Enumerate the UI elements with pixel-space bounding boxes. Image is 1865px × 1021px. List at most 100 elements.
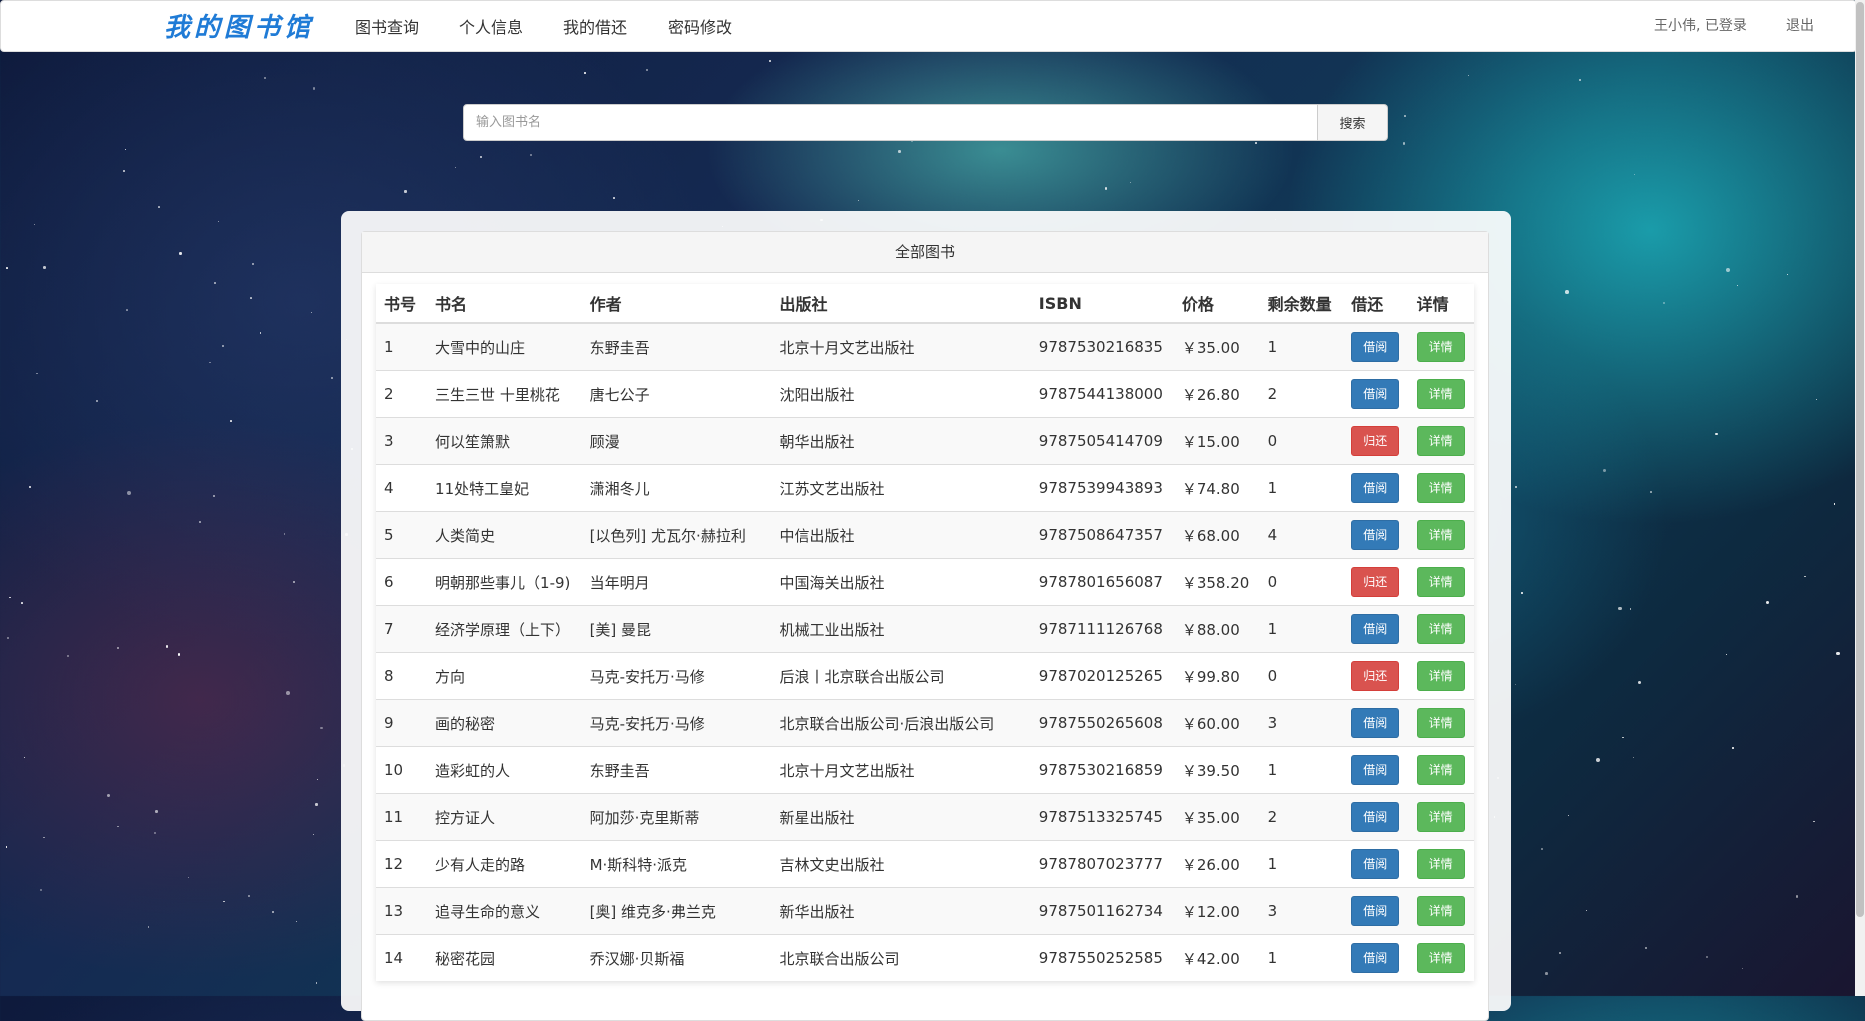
table-row: 5 人类简史 [以色列] 尤瓦尔·赫拉利 中信出版社 9787508647357 ￥68.… (376, 511, 1474, 559)
cell-title: 何以笙箫默 (427, 417, 582, 465)
cell-remaining: 2 (1259, 370, 1344, 418)
search-input[interactable] (463, 104, 1318, 141)
nav-change-password[interactable]: 密码修改 (668, 14, 732, 38)
detail-button[interactable]: 详情 (1416, 849, 1465, 879)
return-button[interactable]: 归还 (1351, 567, 1400, 597)
cell-remaining: 1 (1259, 746, 1344, 794)
scrollbar-thumb[interactable] (1856, 2, 1864, 917)
cell-borrow-return: 借阅 (1343, 887, 1409, 935)
cell-id: 9 (376, 699, 428, 747)
cell-isbn: 9787505414709 (1030, 417, 1174, 465)
borrow-button[interactable]: 借阅 (1351, 896, 1400, 926)
cell-author: 唐七公子 (581, 370, 772, 418)
cell-remaining: 4 (1259, 511, 1344, 559)
detail-button[interactable]: 详情 (1416, 614, 1465, 644)
nav-my-borrowing[interactable]: 我的借还 (563, 14, 627, 38)
borrow-button[interactable]: 借阅 (1351, 802, 1400, 832)
borrow-button[interactable]: 借阅 (1351, 614, 1400, 644)
cell-borrow-return: 借阅 (1343, 511, 1409, 559)
cell-publisher: 机械工业出版社 (771, 605, 1031, 653)
cell-price: ￥74.80 (1173, 464, 1260, 512)
borrow-button[interactable]: 借阅 (1351, 943, 1400, 973)
detail-button[interactable]: 详情 (1416, 896, 1465, 926)
cell-isbn: 9787544138000 (1030, 370, 1174, 418)
borrow-button[interactable]: 借阅 (1351, 332, 1400, 362)
cell-borrow-return: 借阅 (1343, 605, 1409, 653)
cell-isbn: 9787539943893 (1030, 464, 1174, 512)
cell-borrow-return: 借阅 (1343, 746, 1409, 794)
detail-button[interactable]: 详情 (1416, 332, 1465, 362)
detail-button[interactable]: 详情 (1416, 755, 1465, 785)
cell-id: 2 (376, 370, 428, 418)
cell-price: ￥99.80 (1173, 652, 1260, 700)
borrow-button[interactable]: 借阅 (1351, 520, 1400, 550)
cell-remaining: 1 (1259, 464, 1344, 512)
table-row: 13 追寻生命的意义 [奥] 维克多·弗兰克 新华出版社 9787501162734 ￥1… (376, 887, 1474, 935)
col-header-title: 书名 (427, 284, 582, 324)
cell-title: 控方证人 (427, 793, 582, 841)
detail-button[interactable]: 详情 (1416, 661, 1465, 691)
cell-author: 马克-安托万·马修 (581, 652, 772, 700)
table-row: 10 造彩虹的人 东野圭吾 北京十月文艺出版社 9787530216859 ￥39.50 1… (376, 746, 1474, 794)
nav-book-search[interactable]: 图书查询 (355, 14, 419, 38)
borrow-button[interactable]: 借阅 (1351, 473, 1400, 503)
cell-borrow-return: 借阅 (1343, 322, 1409, 371)
borrow-button[interactable]: 借阅 (1351, 849, 1400, 879)
detail-button[interactable]: 详情 (1416, 943, 1465, 973)
cell-detail: 详情 (1408, 558, 1474, 606)
cell-price: ￥26.80 (1173, 370, 1260, 418)
search-button[interactable]: 搜索 (1318, 104, 1388, 141)
detail-button[interactable]: 详情 (1416, 379, 1465, 409)
page-scrollbar[interactable] (1855, 0, 1865, 996)
cell-borrow-return: 借阅 (1343, 793, 1409, 841)
cell-remaining: 1 (1259, 605, 1344, 653)
brand-logo[interactable]: 我的图书馆 (164, 7, 314, 44)
books-panel: 全部图书 书号 书名 作者 出版社 ISBN 价格 剩余数量 借还 详情 1 大雪… (361, 231, 1489, 1021)
return-button[interactable]: 归还 (1351, 661, 1400, 691)
borrow-button[interactable]: 借阅 (1351, 708, 1400, 738)
cell-detail: 详情 (1408, 840, 1474, 888)
cell-remaining: 1 (1259, 840, 1344, 888)
cell-publisher: 沈阳出版社 (771, 370, 1031, 418)
cell-author: [美] 曼昆 (581, 605, 772, 653)
cell-remaining: 0 (1259, 652, 1344, 700)
table-row: 7 经济学原理（上下） [美] 曼昆 机械工业出版社 9787111126768 ￥88.… (376, 605, 1474, 653)
cell-publisher: 中国海关出版社 (771, 558, 1031, 606)
cell-price: ￥39.50 (1173, 746, 1260, 794)
cell-title: 秘密花园 (427, 934, 582, 981)
cell-publisher: 新华出版社 (771, 887, 1031, 935)
cell-price: ￥12.00 (1173, 887, 1260, 935)
cell-title: 明朝那些事儿（1-9) (427, 558, 582, 606)
cell-id: 10 (376, 746, 428, 794)
logout-link[interactable]: 退出 (1786, 15, 1814, 35)
cell-isbn: 9787530216859 (1030, 746, 1174, 794)
cell-borrow-return: 归还 (1343, 417, 1409, 465)
borrow-button[interactable]: 借阅 (1351, 755, 1400, 785)
table-row: 9 画的秘密 马克-安托万·马修 北京联合出版公司·后浪出版公司 97875502656… (376, 699, 1474, 747)
col-header-remaining: 剩余数量 (1259, 284, 1344, 324)
detail-button[interactable]: 详情 (1416, 473, 1465, 503)
cell-price: ￥68.00 (1173, 511, 1260, 559)
col-header-publisher: 出版社 (771, 284, 1031, 324)
detail-button[interactable]: 详情 (1416, 708, 1465, 738)
col-header-borrow-return: 借还 (1343, 284, 1409, 324)
nav-personal-info[interactable]: 个人信息 (459, 14, 523, 38)
cell-title: 少有人走的路 (427, 840, 582, 888)
detail-button[interactable]: 详情 (1416, 802, 1465, 832)
cell-isbn: 9787550252585 (1030, 934, 1174, 981)
cell-price: ￥15.00 (1173, 417, 1260, 465)
detail-button[interactable]: 详情 (1416, 567, 1465, 597)
user-status: 王小伟, 已登录 (1654, 18, 1747, 34)
detail-button[interactable]: 详情 (1416, 426, 1465, 456)
cell-title: 11处特工皇妃 (427, 464, 582, 512)
cell-title: 大雪中的山庄 (427, 322, 582, 371)
return-button[interactable]: 归还 (1351, 426, 1400, 456)
cell-detail: 详情 (1408, 934, 1474, 981)
detail-button[interactable]: 详情 (1416, 520, 1465, 550)
cell-isbn: 9787550265608 (1030, 699, 1174, 747)
cell-remaining: 0 (1259, 417, 1344, 465)
cell-price: ￥60.00 (1173, 699, 1260, 747)
borrow-button[interactable]: 借阅 (1351, 379, 1400, 409)
cell-title: 方向 (427, 652, 582, 700)
cell-isbn: 9787513325745 (1030, 793, 1174, 841)
